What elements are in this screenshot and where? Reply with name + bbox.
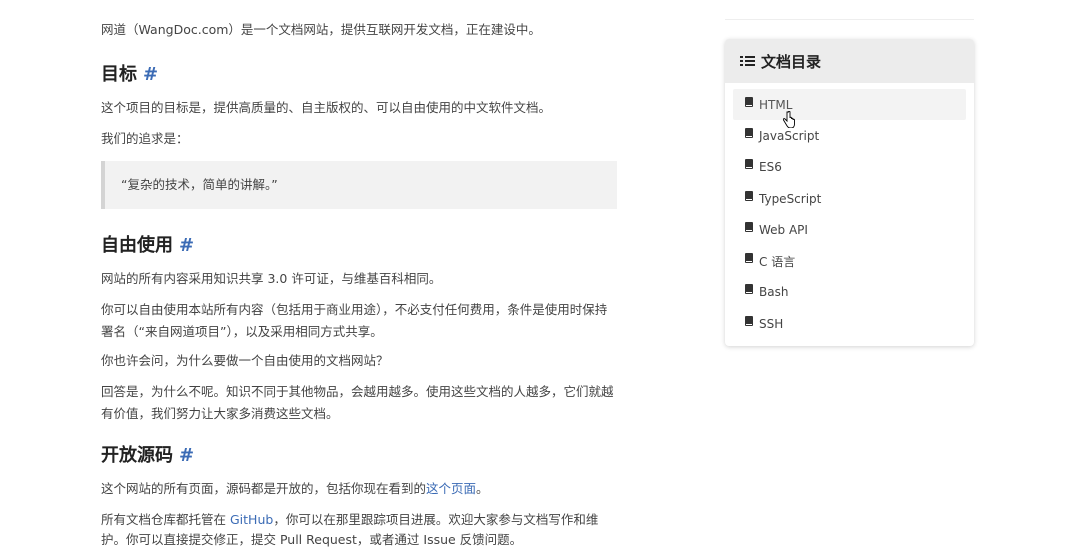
- heading-text: 开放源码: [101, 445, 173, 466]
- toc-item-c[interactable]: C 语言: [733, 245, 966, 276]
- free-paragraph-2: 你可以自由使用本站所有内容（包括用于商业用途），不必支付任何费用，条件是使用时保…: [101, 302, 608, 339]
- section-heading-open: 开放源码 #: [101, 443, 194, 469]
- section-heading-goal: 目标 #: [101, 62, 158, 88]
- book-icon: [745, 315, 753, 326]
- this-page-link[interactable]: 这个页面: [426, 481, 476, 496]
- toc-item-label: Web API: [759, 222, 808, 237]
- goal-paragraph-2: 我们的追求是：: [101, 131, 189, 146]
- section-heading-free: 自由使用 #: [101, 233, 194, 259]
- open-paragraph-3: 护。你可以直接提交修正，提交 Pull Request，或者通过 Issue 反…: [101, 532, 523, 547]
- open-paragraph-1: 这个网站的所有页面，源码都是开放的，包括你现在看到的这个页面。: [101, 478, 489, 500]
- free-paragraph-3: 你也许会问，为什么要做一个自由使用的文档网站？: [101, 353, 389, 368]
- toc-item-html[interactable]: HTML: [733, 89, 966, 121]
- toc-header: 文档目录: [725, 39, 974, 83]
- book-icon: [745, 253, 753, 264]
- book-icon: [745, 221, 753, 232]
- toc-item-label: C 语言: [759, 254, 796, 269]
- text-span: 。: [476, 481, 489, 496]
- book-icon: [745, 127, 753, 138]
- toc-item-label: ES6: [759, 160, 782, 175]
- free-paragraph-4: 回答是，为什么不呢。知识不同于其他物品，会越用越多。使用这些文档的人越多，它们就…: [101, 384, 614, 421]
- toc-card: 文档目录 HTML JavaScript ES6 TypeScript Web …: [725, 39, 974, 346]
- list-icon: [740, 55, 755, 67]
- toc-item-label: JavaScript: [759, 128, 820, 143]
- toc-item-typescript[interactable]: TypeScript: [733, 183, 966, 214]
- goal-paragraph: 这个项目的目标是，提供高质量的、自主版权的、可以自由使用的中文软件文档。: [101, 100, 552, 115]
- heading-text: 自由使用: [101, 235, 173, 256]
- book-icon: [745, 284, 753, 295]
- toc-item-label: Bash: [759, 285, 789, 300]
- toc-title: 文档目录: [761, 52, 822, 71]
- toc-item-bash[interactable]: Bash: [733, 277, 966, 308]
- heading-anchor-link[interactable]: #: [179, 445, 194, 466]
- hand-cursor-icon: [783, 111, 795, 128]
- heading-anchor-link[interactable]: #: [143, 64, 158, 85]
- text-span: 这个网站的所有页面，源码都是开放的，包括你现在看到的: [101, 481, 427, 496]
- text-span: ，你可以在那里跟踪项目进展。欢迎大家参与文档写作和维: [273, 512, 599, 527]
- sidebar-divider: [725, 19, 974, 20]
- toc-item-es6[interactable]: ES6: [733, 152, 966, 183]
- toc-item-label: TypeScript: [759, 191, 822, 206]
- free-paragraph-1: 网站的所有内容采用知识共享 3.0 许可证，与维基百科相同。: [101, 271, 442, 286]
- toc-item-web-api[interactable]: Web API: [733, 214, 966, 245]
- book-icon: [745, 159, 753, 170]
- book-icon: [745, 96, 753, 107]
- github-link[interactable]: GitHub: [230, 512, 273, 527]
- toc-item-label: HTML: [759, 97, 793, 112]
- toc-item-label: SSH: [759, 316, 784, 331]
- book-icon: [745, 190, 753, 201]
- toc-list: HTML JavaScript ES6 TypeScript Web API C…: [725, 83, 974, 339]
- toc-item-ssh[interactable]: SSH: [733, 308, 966, 339]
- open-paragraph-2: 所有文档仓库都托管在 GitHub，你可以在那里跟踪项目进展。欢迎大家参与文档写…: [101, 509, 617, 531]
- toc-item-javascript[interactable]: JavaScript: [733, 120, 966, 151]
- heading-anchor-link[interactable]: #: [179, 235, 194, 256]
- heading-text: 目标: [101, 64, 137, 85]
- text-span: 所有文档仓库都托管在: [101, 512, 230, 527]
- blockquote: “复杂的技术，简单的讲解。”: [101, 161, 617, 209]
- intro-paragraph: 网道（WangDoc.com）是一个文档网站，提供互联网开发文档，正在建设中。: [101, 22, 541, 37]
